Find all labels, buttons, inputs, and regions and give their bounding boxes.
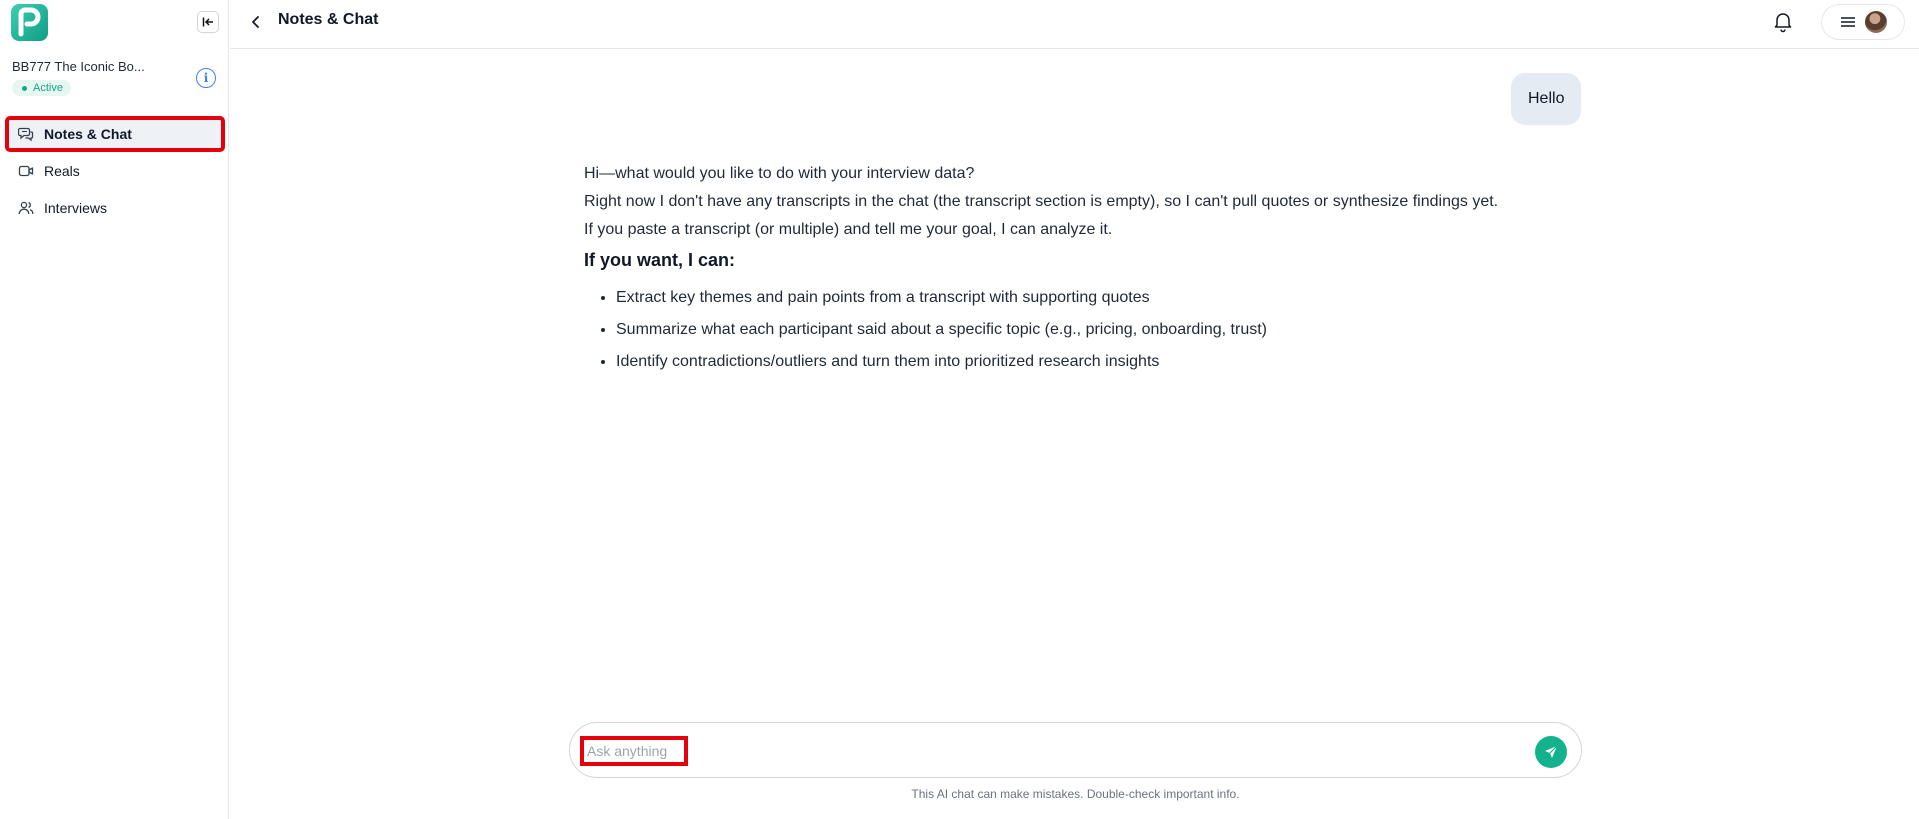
- user-message-bubble: Hello: [1511, 73, 1582, 125]
- assistant-paragraph: If you paste a transcript (or multiple) …: [584, 221, 1113, 238]
- send-icon: [1545, 745, 1558, 758]
- status-badge: Active: [12, 80, 71, 96]
- assistant-message: Hi—what would you like to do with your i…: [584, 160, 1584, 378]
- sidebar-item-reals[interactable]: Reals: [6, 154, 224, 188]
- user-message-text: Hello: [1528, 90, 1565, 107]
- sidebar-nav: Notes & Chat Reals Interviews: [5, 116, 225, 228]
- top-header: Notes & Chat: [230, 0, 1919, 49]
- avatar: [1865, 11, 1887, 33]
- send-button[interactable]: [1535, 736, 1567, 768]
- account-menu-button[interactable]: [1821, 4, 1905, 40]
- sidebar: BB777 The Iconic Bo... Active i Notes & …: [0, 0, 229, 819]
- project-name: BB777 The Iconic Bo...: [12, 59, 145, 74]
- collapse-sidebar-button[interactable]: [197, 11, 219, 33]
- list-item: Identify contradictions/outliers and tur…: [616, 346, 1584, 378]
- chat-bubbles-icon: [18, 127, 34, 142]
- sidebar-item-label: Reals: [44, 163, 80, 179]
- page-title: Notes & Chat: [278, 11, 379, 28]
- assistant-paragraph: Right now I don't have any transcripts i…: [584, 193, 1499, 210]
- app-logo[interactable]: [11, 4, 48, 41]
- collapse-left-icon: [202, 17, 213, 27]
- list-item: Summarize what each participant said abo…: [616, 314, 1584, 346]
- status-dot: [22, 85, 27, 91]
- users-icon: [18, 201, 34, 215]
- assistant-paragraph: Hi—what would you like to do with your i…: [584, 165, 975, 182]
- project-info: BB777 The Iconic Bo... Active: [12, 59, 145, 96]
- back-button[interactable]: [246, 12, 266, 32]
- hamburger-menu-icon: [1841, 17, 1855, 27]
- chevron-left-icon: [252, 16, 259, 28]
- bell-icon: [1774, 13, 1792, 33]
- chat-input[interactable]: [580, 736, 688, 766]
- info-icon[interactable]: i: [196, 68, 216, 88]
- list-item: Extract key themes and pain points from …: [616, 282, 1584, 314]
- assistant-bullet-list: Extract key themes and pain points from …: [584, 282, 1584, 378]
- notifications-button[interactable]: [1771, 9, 1795, 33]
- status-label: Active: [33, 82, 63, 94]
- sidebar-item-notes-chat[interactable]: Notes & Chat: [5, 116, 225, 152]
- ai-disclaimer: This AI chat can make mistakes. Double-c…: [911, 787, 1240, 801]
- sidebar-item-interviews[interactable]: Interviews: [6, 191, 224, 225]
- assistant-heading: If you want, I can:: [584, 250, 736, 270]
- video-icon: [18, 165, 34, 177]
- sidebar-item-label: Notes & Chat: [44, 126, 132, 142]
- chat-composer: [569, 722, 1582, 778]
- sidebar-item-label: Interviews: [44, 200, 108, 216]
